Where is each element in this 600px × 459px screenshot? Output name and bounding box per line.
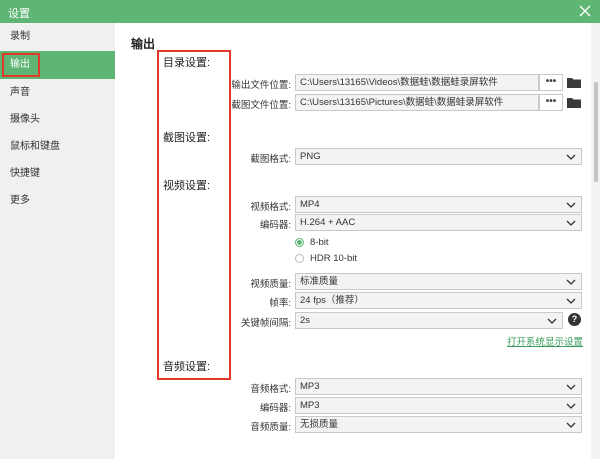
chevron-down-icon: [566, 298, 576, 304]
audio-format-select[interactable]: MP3: [295, 378, 582, 395]
audio-quality-select[interactable]: 无损质量: [295, 416, 582, 433]
select-value: 标准质量: [300, 276, 339, 287]
bit-8-label: 8-bit: [310, 237, 329, 248]
hdr-10bit-label: HDR 10-bit: [310, 253, 357, 264]
video-encoder-select[interactable]: H.264 + AAC: [295, 214, 582, 231]
chevron-down-icon: [566, 422, 576, 428]
select-value: H.264 + AAC: [300, 217, 356, 228]
chevron-down-icon: [566, 403, 576, 409]
chevron-down-icon: [566, 154, 576, 160]
bit-8-radio[interactable]: [295, 238, 304, 247]
select-value: MP4: [300, 199, 320, 210]
screenshot-format-label: 截图格式:: [250, 154, 291, 165]
sidebar-item-sound[interactable]: 声音: [0, 79, 115, 107]
screenshot-browse-button[interactable]: •••: [539, 94, 563, 111]
output-path-label: 输出文件位置:: [231, 80, 291, 91]
folder-icon[interactable]: [567, 96, 581, 108]
select-value: MP3: [300, 381, 320, 392]
group-label-directory: 目录设置:: [163, 57, 211, 69]
sidebar-item-label: 快捷键: [10, 168, 40, 179]
video-format-select[interactable]: MP4: [295, 196, 582, 213]
scrollbar-thumb[interactable]: [594, 82, 598, 182]
video-encoder-label: 编码器:: [259, 220, 291, 231]
keyframe-label: 关键帧间隔:: [240, 318, 291, 329]
sidebar-item-label: 鼠标和键盘: [10, 141, 60, 152]
output-path-field[interactable]: C:\Users\13165\Videos\数据蛙\数据蛙录屏软件: [295, 74, 539, 91]
fps-select[interactable]: 24 fps（推荐）: [295, 292, 582, 309]
hdr-10bit-radio[interactable]: [295, 254, 304, 263]
section-title: 输出: [131, 37, 156, 51]
group-label-screenshot: 截图设置:: [163, 132, 211, 144]
screenshot-format-select[interactable]: PNG: [295, 148, 582, 165]
screenshot-path-label: 截图文件位置:: [231, 100, 291, 111]
sidebar-item-record[interactable]: 录制: [0, 23, 115, 51]
video-format-label: 视频格式:: [250, 202, 291, 213]
select-value: 2s: [300, 315, 311, 326]
sidebar-item-label: 录制: [10, 31, 30, 42]
title-bar: 设置: [0, 0, 600, 23]
output-browse-button[interactable]: •••: [539, 74, 563, 91]
chevron-down-icon: [547, 318, 557, 324]
audio-format-label: 音频格式:: [250, 384, 291, 395]
select-value: PNG: [300, 151, 321, 162]
open-display-settings-link[interactable]: 打开系统显示设置: [507, 334, 583, 348]
audio-quality-label: 音频质量:: [250, 422, 291, 433]
help-icon[interactable]: ?: [568, 313, 581, 326]
highlight-box: [2, 53, 40, 77]
chevron-down-icon: [566, 384, 576, 390]
fps-label: 帧率:: [269, 298, 291, 309]
select-value: 24 fps（推荐）: [300, 295, 364, 306]
select-value: 无损质量: [300, 419, 339, 430]
video-quality-select[interactable]: 标准质量: [295, 273, 582, 290]
sidebar-item-output[interactable]: 输出: [0, 51, 115, 79]
select-value: MP3: [300, 400, 320, 411]
chevron-down-icon: [566, 220, 576, 226]
sidebar-item-label: 摄像头: [10, 114, 40, 125]
group-label-audio: 音频设置:: [163, 361, 211, 373]
video-quality-label: 视频质量:: [250, 279, 291, 290]
sidebar-item-mouse-keyboard[interactable]: 鼠标和键盘: [0, 133, 115, 161]
window-title: 设置: [8, 8, 30, 20]
screenshot-path-field[interactable]: C:\Users\13165\Pictures\数据蛙\数据蛙录屏软件: [295, 94, 539, 111]
audio-encoder-select[interactable]: MP3: [295, 397, 582, 414]
group-label-video: 视频设置:: [163, 180, 211, 192]
sidebar-item-hotkeys[interactable]: 快捷键: [0, 160, 115, 188]
chevron-down-icon: [566, 202, 576, 208]
keyframe-select[interactable]: 2s: [295, 312, 563, 329]
audio-encoder-label: 编码器:: [259, 403, 291, 414]
chevron-down-icon: [566, 279, 576, 285]
sidebar-item-label: 声音: [10, 87, 30, 98]
close-icon[interactable]: [576, 2, 594, 20]
sidebar: 录制 输出 声音 摄像头 鼠标和键盘 快捷键 更多: [0, 23, 115, 459]
folder-icon[interactable]: [567, 76, 581, 88]
sidebar-item-label: 更多: [10, 195, 30, 206]
sidebar-item-camera[interactable]: 摄像头: [0, 106, 115, 134]
annotation-box: [157, 50, 231, 380]
sidebar-item-more[interactable]: 更多: [0, 187, 115, 215]
